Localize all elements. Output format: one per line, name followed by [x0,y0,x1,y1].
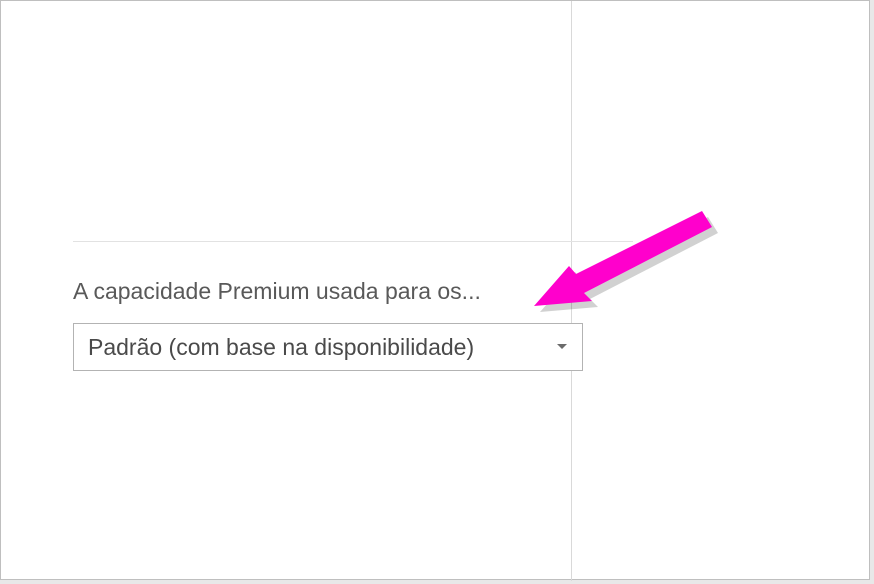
section-divider [73,241,633,242]
capacity-dropdown[interactable]: Padrão (com base na disponibilidade) [73,323,583,371]
capacity-field-label: A capacidade Premium usada para os... [73,277,481,306]
annotation-arrow-icon [534,211,724,326]
vertical-panel-divider [571,1,572,581]
chevron-down-icon [556,343,568,351]
settings-page: A capacidade Premium usada para os... Pa… [0,0,870,580]
capacity-dropdown-selected-value: Padrão (com base na disponibilidade) [88,334,548,361]
